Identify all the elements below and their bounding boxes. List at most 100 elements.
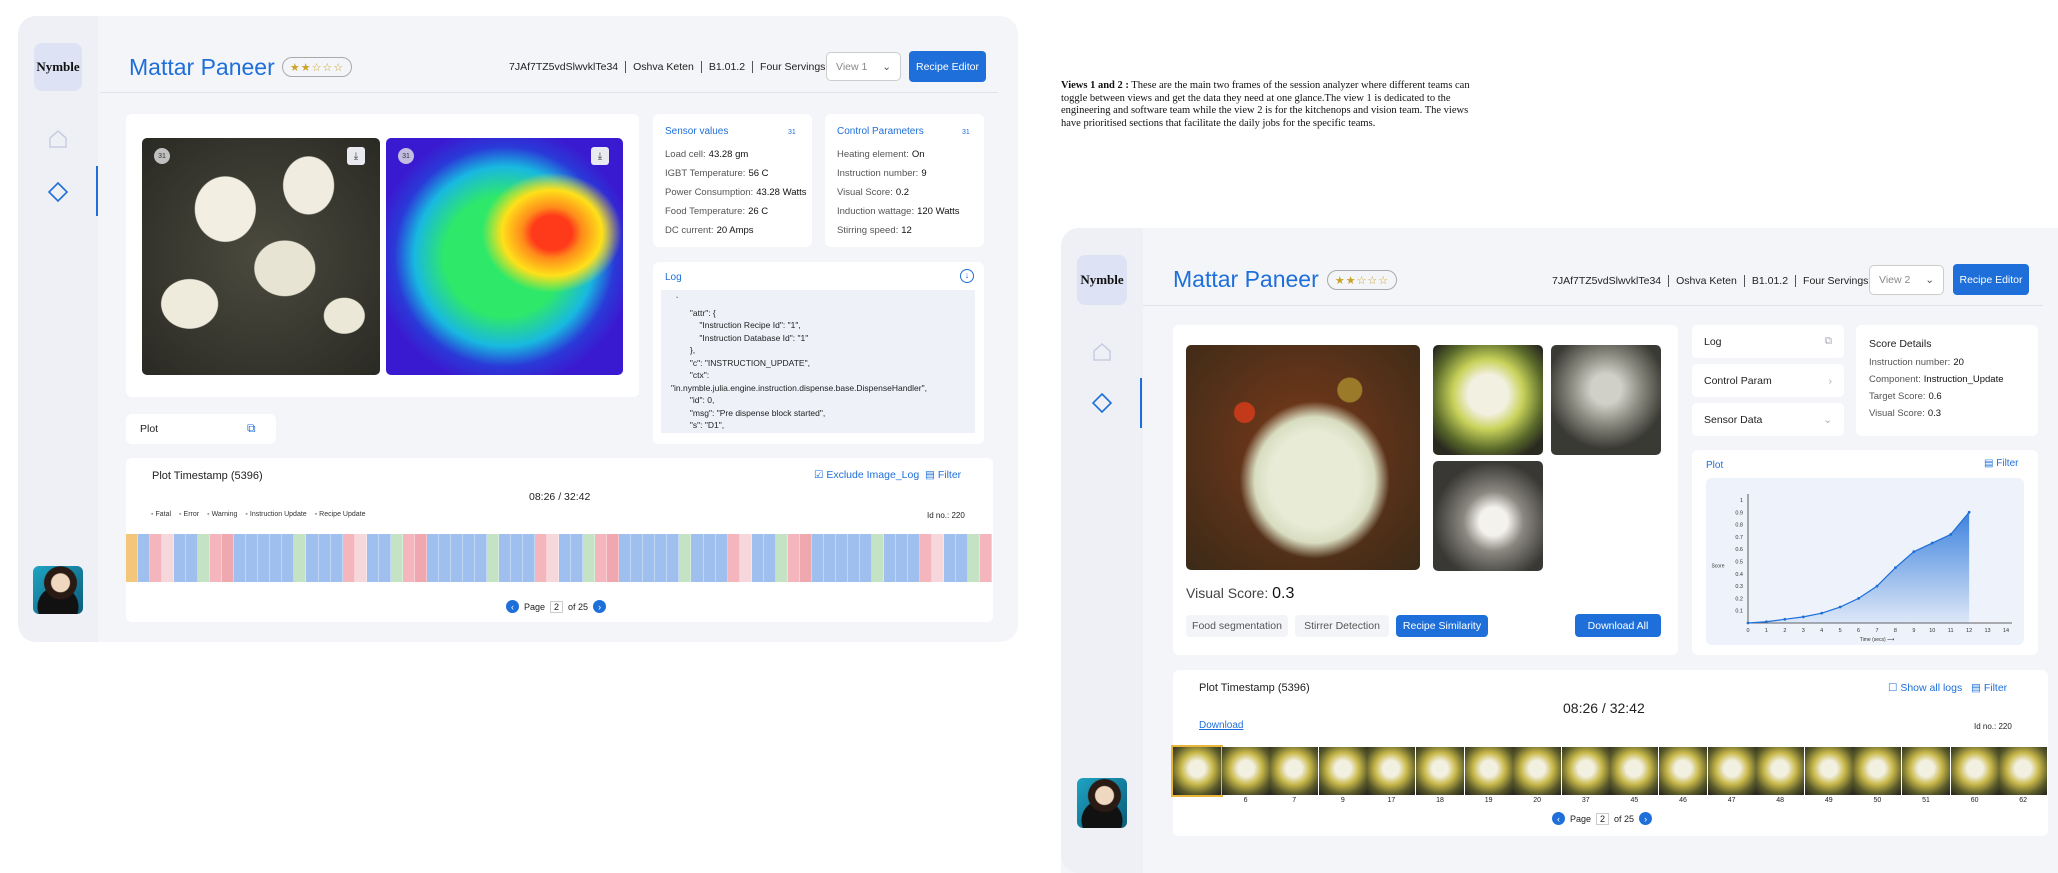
nav-log[interactable]: Log ⧉ bbox=[1692, 325, 1844, 358]
tab-food-segmentation[interactable]: Food segmentation bbox=[1186, 615, 1288, 637]
timeline-segment[interactable] bbox=[523, 534, 536, 582]
frame-thumbnail[interactable] bbox=[1221, 747, 1270, 795]
timeline-segment[interactable] bbox=[607, 534, 620, 582]
page-input[interactable]: 2 bbox=[1596, 812, 1610, 825]
timeline-segment[interactable] bbox=[871, 534, 884, 582]
timeline-segment[interactable] bbox=[571, 534, 584, 582]
frame-thumbnail[interactable] bbox=[1804, 747, 1853, 795]
frame-thumbnail[interactable] bbox=[1416, 747, 1464, 795]
frame-thumbnail[interactable] bbox=[1756, 747, 1805, 795]
download-icon[interactable]: ⤓ bbox=[591, 147, 609, 165]
next-page-button[interactable]: › bbox=[593, 600, 607, 613]
camera-image-thumb[interactable] bbox=[1433, 345, 1543, 455]
timeline-segment[interactable] bbox=[679, 534, 692, 582]
timeline-segment[interactable] bbox=[198, 534, 211, 582]
prev-page-button[interactable]: ‹ bbox=[1552, 812, 1565, 825]
timeline-segment[interactable] bbox=[847, 534, 860, 582]
log-content[interactable]: ` "attr": { "Instruction Recipe Id": "1"… bbox=[661, 290, 975, 433]
camera-image-main[interactable] bbox=[1186, 345, 1420, 570]
timeline-segment[interactable] bbox=[426, 534, 439, 582]
timeline-segment[interactable] bbox=[498, 534, 511, 582]
timeline-segment[interactable] bbox=[859, 534, 872, 582]
timeline-segment[interactable] bbox=[162, 534, 175, 582]
camera-image-thermal[interactable] bbox=[386, 138, 623, 375]
timeline-segment[interactable] bbox=[222, 534, 235, 582]
tab-stirrer-detection[interactable]: Stirrer Detection bbox=[1295, 615, 1389, 637]
diamond-icon[interactable] bbox=[44, 178, 72, 206]
timeline-segment[interactable] bbox=[126, 534, 139, 582]
timeline-segment[interactable] bbox=[559, 534, 572, 582]
frame-thumbnail[interactable] bbox=[1902, 747, 1950, 795]
user-avatar[interactable] bbox=[1077, 778, 1127, 828]
download-all-button[interactable]: Download All bbox=[1575, 614, 1661, 637]
filter-button[interactable]: ▤ Filter bbox=[1971, 682, 2007, 694]
user-avatar[interactable] bbox=[33, 566, 83, 614]
plot-filter-button[interactable]: ▤ Filter bbox=[1984, 458, 2018, 469]
timeline-segment[interactable] bbox=[402, 534, 415, 582]
camera-image-thumb[interactable] bbox=[1551, 345, 1661, 455]
timeline-segment[interactable] bbox=[282, 534, 295, 582]
next-page-button[interactable]: › bbox=[1639, 812, 1653, 825]
timeline-segment[interactable] bbox=[920, 534, 933, 582]
view1-logo[interactable]: Nymble bbox=[34, 43, 82, 91]
timeline-segment[interactable] bbox=[306, 534, 319, 582]
timeline-segment[interactable] bbox=[330, 534, 343, 582]
filter-button[interactable]: ▤ Filter bbox=[925, 469, 961, 481]
nav-sensor-data[interactable]: Sensor Data ⌄ bbox=[1692, 403, 1844, 436]
timeline-segment[interactable] bbox=[883, 534, 896, 582]
timeline-segment[interactable] bbox=[823, 534, 836, 582]
recipe-editor-button[interactable]: Recipe Editor bbox=[909, 51, 986, 82]
download-circle-icon[interactable]: ↓ bbox=[960, 269, 974, 283]
timeline-segment[interactable] bbox=[547, 534, 560, 582]
timeline-segment[interactable] bbox=[715, 534, 728, 582]
timeline-segment[interactable] bbox=[980, 534, 993, 582]
frame-thumbnail[interactable] bbox=[1171, 745, 1223, 797]
diamond-icon[interactable] bbox=[1088, 389, 1116, 417]
home-icon[interactable] bbox=[44, 125, 72, 153]
recipe-editor-button[interactable]: Recipe Editor bbox=[1953, 264, 2029, 295]
nav-control-param[interactable]: Control Param › bbox=[1692, 364, 1844, 397]
timeline-segment[interactable] bbox=[751, 534, 764, 582]
download-link[interactable]: Download bbox=[1199, 720, 1243, 731]
timeline-segment[interactable] bbox=[210, 534, 223, 582]
camera-image-thumb[interactable] bbox=[1433, 461, 1543, 571]
timeline-segment[interactable] bbox=[667, 534, 680, 582]
timeline-segment[interactable] bbox=[799, 534, 812, 582]
timeline-segment[interactable] bbox=[150, 534, 163, 582]
timeline-segment[interactable] bbox=[835, 534, 848, 582]
frame-thumbnail[interactable] bbox=[1464, 747, 1513, 795]
timeline-segment[interactable] bbox=[727, 534, 740, 582]
frame-thumbnail[interactable] bbox=[1659, 747, 1707, 795]
prev-page-button[interactable]: ‹ bbox=[506, 600, 519, 613]
timeline-segment[interactable] bbox=[775, 534, 788, 582]
show-all-logs-checkbox[interactable]: ☐ Show all logs bbox=[1888, 682, 1962, 694]
frame-thumbnail[interactable] bbox=[1950, 747, 1999, 795]
timeline-segment[interactable] bbox=[294, 534, 307, 582]
timeline-segment[interactable] bbox=[390, 534, 403, 582]
timeline-segment[interactable] bbox=[511, 534, 524, 582]
timeline-segment[interactable] bbox=[174, 534, 187, 582]
timeline-segment[interactable] bbox=[583, 534, 596, 582]
frame-thumbnail[interactable] bbox=[1270, 747, 1319, 795]
timeline-segment[interactable] bbox=[619, 534, 632, 582]
log-timeline-strip[interactable] bbox=[126, 534, 993, 582]
timeline-segment[interactable] bbox=[763, 534, 776, 582]
timeline-segment[interactable] bbox=[811, 534, 824, 582]
rating-stars[interactable]: ★★☆☆☆ bbox=[282, 57, 352, 77]
frame-thumbnail[interactable] bbox=[1707, 747, 1756, 795]
download-icon[interactable]: ⤓ bbox=[347, 147, 365, 165]
timeline-segment[interactable] bbox=[342, 534, 355, 582]
frame-thumbnail[interactable] bbox=[1318, 747, 1367, 795]
timeline-segment[interactable] bbox=[595, 534, 608, 582]
tab-recipe-similarity[interactable]: Recipe Similarity bbox=[1396, 615, 1488, 637]
timeline-segment[interactable] bbox=[896, 534, 909, 582]
timeline-segment[interactable] bbox=[643, 534, 656, 582]
timeline-segment[interactable] bbox=[486, 534, 499, 582]
view2-logo[interactable]: Nymble bbox=[1077, 255, 1127, 305]
frame-thumbnail[interactable] bbox=[1561, 747, 1610, 795]
timeline-segment[interactable] bbox=[138, 534, 151, 582]
timeline-segment[interactable] bbox=[968, 534, 981, 582]
camera-image-rgb[interactable] bbox=[142, 138, 380, 375]
timeline-segment[interactable] bbox=[234, 534, 247, 582]
frame-thumbnail[interactable] bbox=[1610, 747, 1659, 795]
